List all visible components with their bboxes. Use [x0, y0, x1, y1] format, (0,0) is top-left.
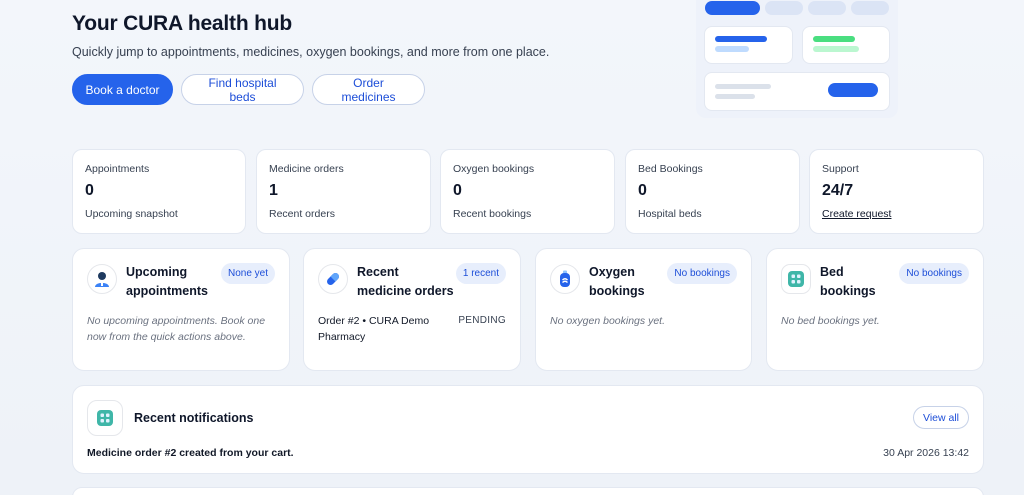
order-row[interactable]: Order #2 • CURA Demo Pharmacy PENDING — [318, 313, 506, 345]
card-title: Bed bookings — [820, 265, 876, 298]
stat-caption: Upcoming snapshot — [85, 208, 178, 220]
stat-card-appointments: Appointments 0 Upcoming snapshot — [72, 149, 246, 234]
stat-card-oxygen-bookings: Oxygen bookings 0 Recent bookings — [440, 149, 615, 234]
find-hospital-beds-button[interactable]: Find hospital beds — [181, 74, 304, 105]
stat-label: Medicine orders — [269, 163, 344, 175]
card-title: Oxygen bookings — [589, 265, 645, 298]
status-badge: 1 recent — [455, 263, 506, 284]
view-all-button[interactable]: View all — [913, 406, 969, 429]
preview-tab — [851, 1, 889, 15]
stat-value: 24/7 — [822, 182, 854, 199]
stat-value: 0 — [453, 182, 462, 199]
stat-value: 0 — [85, 182, 94, 199]
doctor-icon — [87, 264, 117, 294]
preview-card — [802, 26, 890, 64]
quick-actions: Book a doctor Find hospital beds Order m… — [72, 74, 425, 105]
stat-label: Bed Bookings — [638, 163, 703, 175]
card-title: Recent medicine orders — [357, 265, 454, 298]
empty-state-text: No bed bookings yet. — [781, 315, 880, 327]
bed-grid-icon — [781, 264, 811, 294]
stat-value: 0 — [638, 182, 647, 199]
notifications-grid-icon — [87, 400, 123, 436]
status-badge: No bookings — [667, 263, 737, 284]
status-badge: None yet — [220, 263, 275, 284]
pill-icon — [318, 264, 348, 294]
preview-card-wide — [704, 72, 890, 111]
empty-state-text: No oxygen bookings yet. — [550, 315, 665, 327]
create-request-link[interactable]: Create request — [822, 208, 891, 220]
stat-caption: Hospital beds — [638, 208, 702, 220]
order-status: PENDING — [458, 315, 506, 326]
preview-card — [704, 26, 793, 64]
card-title: Upcoming appointments — [126, 265, 208, 298]
stat-caption: Recent bookings — [453, 208, 532, 220]
notification-timestamp: 30 Apr 2026 13:42 — [883, 447, 969, 459]
order-medicines-button[interactable]: Order medicines — [312, 74, 425, 105]
stat-card-medicine-orders: Medicine orders 1 Recent orders — [256, 149, 431, 234]
order-name: Order #2 • CURA Demo Pharmacy — [318, 315, 430, 343]
oxygen-bookings-card: Oxygen bookings No bookings No oxygen bo… — [535, 248, 752, 371]
stat-label: Support — [822, 163, 859, 175]
status-badge: No bookings — [899, 263, 969, 284]
stat-caption: Recent orders — [269, 208, 335, 220]
next-section-card — [72, 487, 984, 495]
upcoming-appointments-card: Upcoming appointments None yet No upcomi… — [72, 248, 290, 371]
preview-tab — [808, 1, 846, 15]
stat-label: Oxygen bookings — [453, 163, 535, 175]
recent-medicine-orders-card: Recent medicine orders 1 recent Order #2… — [303, 248, 521, 371]
page-title: Your CURA health hub — [72, 12, 292, 35]
recent-notifications-card: Recent notifications View all Medicine o… — [72, 385, 984, 474]
stat-card-support: Support 24/7 Create request — [809, 149, 984, 234]
notification-message[interactable]: Medicine order #2 created from your cart… — [87, 447, 294, 459]
page-subtitle: Quickly jump to appointments, medicines,… — [72, 45, 550, 59]
dashboard-preview-illustration — [696, 0, 898, 118]
book-doctor-button[interactable]: Book a doctor — [72, 74, 173, 105]
oxygen-cylinder-icon — [550, 264, 580, 294]
preview-tab-active — [705, 1, 760, 15]
stat-label: Appointments — [85, 163, 150, 175]
stat-value: 1 — [269, 182, 278, 199]
bed-bookings-card: Bed bookings No bookings No bed bookings… — [766, 248, 984, 371]
preview-tab — [765, 1, 803, 15]
notifications-title: Recent notifications — [134, 411, 254, 425]
stat-card-bed-bookings: Bed Bookings 0 Hospital beds — [625, 149, 800, 234]
empty-state-text: No upcoming appointments. Book one now f… — [87, 315, 266, 343]
